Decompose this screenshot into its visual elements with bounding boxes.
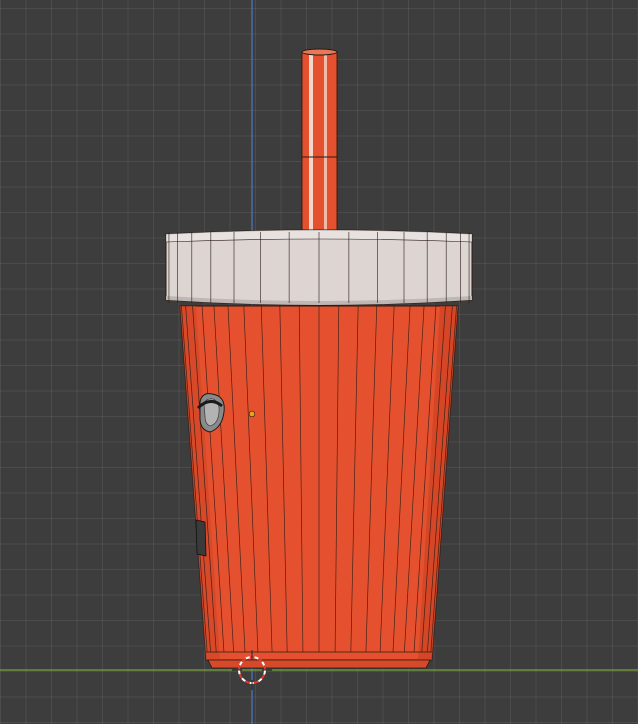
3d-viewport[interactable]: [0, 0, 638, 724]
cup-body[interactable]: [179, 305, 459, 669]
scene-canvas[interactable]: [0, 0, 638, 724]
cup-lid[interactable]: [165, 229, 473, 306]
cup-clip[interactable]: [195, 519, 207, 557]
straw[interactable]: [301, 48, 338, 231]
object-origin-icon: [248, 410, 256, 418]
